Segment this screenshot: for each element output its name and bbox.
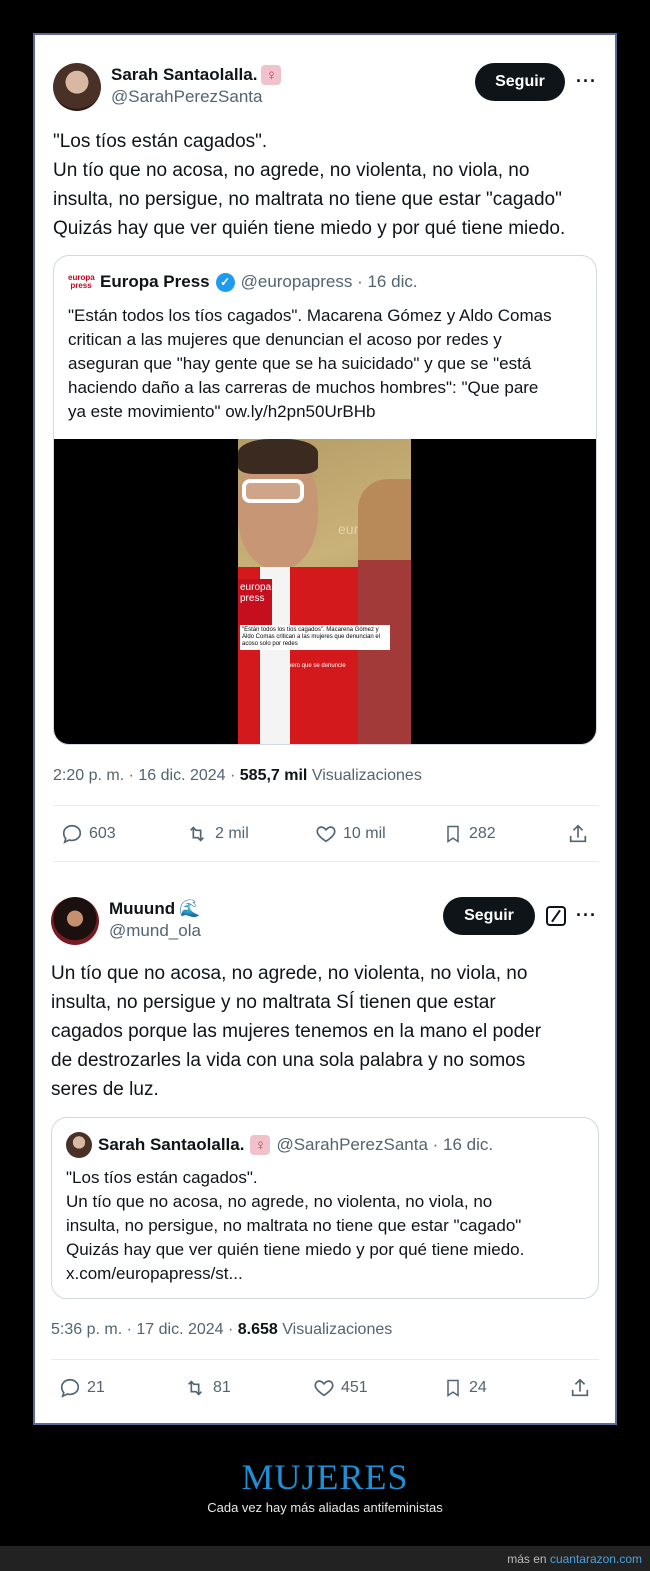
quoted-meta: @europapress · 16 dic. [240, 272, 418, 291]
video-caption: "Están todos los tíos cagados". Macarena… [240, 625, 390, 650]
share-icon [569, 824, 587, 843]
woman-figure [358, 479, 411, 744]
reply-icon [60, 1378, 80, 1398]
tweet-timestamp-views: 5:36 p. m. · 17 dic. 2024 · 8.658 Visual… [51, 1321, 392, 1339]
heart-icon [316, 826, 336, 843]
views-count: 585,7 mil [239, 767, 308, 784]
reply-icon [62, 824, 82, 844]
follow-button[interactable]: Seguir [443, 897, 535, 935]
author-handle[interactable]: @mund_ola [109, 921, 201, 941]
tweet-text: Un tío que no acosa, no agrede, no viole… [51, 963, 542, 1100]
like-count: 451 [341, 1379, 368, 1396]
meme-title: MUJERES [241, 1457, 409, 1497]
quoted-tweet-header: Sarah Santaolalla. ♀ @SarahPerezSanta · … [66, 1132, 493, 1158]
share-icon [571, 1378, 589, 1397]
repost-icon [187, 1380, 203, 1396]
tweet-1: Sarah Santaolalla. ♀ @SarahPerezSanta Se… [35, 35, 615, 885]
follow-button[interactable]: Seguir [475, 63, 565, 101]
more-options-icon[interactable]: ··· [576, 905, 597, 926]
bookmark-count: 282 [469, 825, 496, 842]
footer-prefix: más en [507, 1552, 550, 1566]
avatar[interactable] [51, 897, 99, 945]
divider [51, 1359, 599, 1360]
quoted-avatar [66, 1132, 92, 1158]
repost-button[interactable]: 81 [183, 1377, 231, 1399]
europa-press-logo: europa press [68, 273, 95, 290]
author-block: Sarah Santaolalla. ♀ @SarahPerezSanta [111, 65, 282, 107]
quoted-tweet-text: "Están todos los tíos cagados". Macarena… [68, 306, 552, 421]
like-count: 10 mil [343, 825, 386, 842]
grok-icon[interactable] [546, 906, 566, 926]
quoted-author-name[interactable]: Europa Press [100, 272, 210, 292]
share-button[interactable] [569, 1377, 591, 1399]
microphone-flag: europa press [238, 579, 272, 625]
reply-count: 21 [87, 1379, 105, 1396]
bookmark-icon [447, 825, 459, 843]
quoted-tweet-text: "Los tíos están cagados". Un tío que no … [66, 1168, 525, 1283]
quoted-tweet[interactable]: Sarah Santaolalla. ♀ @SarahPerezSanta · … [51, 1117, 599, 1299]
repost-count: 2 mil [215, 825, 249, 842]
timestamp[interactable]: 2:20 p. m. · 16 dic. 2024 · [53, 767, 240, 784]
repost-icon [189, 826, 205, 842]
video-frame[interactable]: europa europa press "Están todos los tío… [238, 439, 411, 744]
quoted-tweet[interactable]: europa press Europa Press ✓ @europapress… [53, 255, 597, 745]
share-button[interactable] [567, 823, 589, 845]
bookmark-button[interactable]: 282 [443, 823, 496, 845]
repost-count: 81 [213, 1379, 231, 1396]
meme-subtitle: Cada vez hay más aliadas antifeministas [207, 1500, 443, 1515]
author-name-text: Muuund [109, 899, 176, 918]
timestamp[interactable]: 5:36 p. m. · 17 dic. 2024 · [51, 1321, 238, 1338]
repost-button[interactable]: 2 mil [185, 823, 249, 845]
quoted-tweet-header: europa press Europa Press ✓ @europapress… [68, 272, 418, 292]
more-options-icon[interactable]: ··· [576, 71, 597, 92]
female-symbol-icon: ♀ [250, 1135, 271, 1155]
avatar[interactable] [53, 63, 101, 111]
verified-badge-icon: ✓ [215, 272, 235, 292]
divider [53, 805, 599, 806]
divider [53, 861, 599, 862]
author-name-text: Sarah Santaolalla. [111, 65, 258, 84]
site-footer: más en cuantarazon.com [0, 1546, 650, 1571]
tweet-2: Muuund 🌊 @mund_ola Seguir ··· Un tío que… [35, 887, 615, 1425]
tweet-timestamp-views: 2:20 p. m. · 16 dic. 2024 · 585,7 mil Vi… [53, 767, 422, 785]
site-link[interactable]: cuantarazon.com [550, 1552, 642, 1566]
reply-count: 603 [89, 825, 116, 842]
bookmark-button[interactable]: 24 [443, 1377, 487, 1399]
quoted-author-name[interactable]: Sarah Santaolalla. [98, 1135, 244, 1155]
bookmark-count: 24 [469, 1379, 487, 1396]
author-handle[interactable]: @SarahPerezSanta [111, 87, 281, 107]
bookmark-icon [447, 1379, 459, 1397]
author-name[interactable]: Sarah Santaolalla. ♀ [111, 65, 282, 85]
quoted-meta: @SarahPerezSanta · 16 dic. [276, 1135, 494, 1154]
reply-button[interactable]: 603 [61, 823, 116, 845]
female-symbol-icon: ♀ [261, 65, 282, 85]
man-hair [238, 439, 318, 474]
heart-icon [314, 1380, 334, 1397]
views-label: Visualizaciones [277, 1321, 393, 1338]
author-block: Muuund 🌊 @mund_ola [109, 899, 201, 941]
video-subtitle: pero que se denuncie [288, 663, 346, 669]
reply-button[interactable]: 21 [59, 1377, 105, 1399]
like-button[interactable]: 10 mil [315, 823, 386, 845]
white-glasses [242, 479, 304, 503]
like-button[interactable]: 451 [313, 1377, 368, 1399]
wave-emoji-icon: 🌊 [179, 899, 201, 918]
video-player[interactable]: europa europa press "Están todos los tío… [54, 439, 596, 744]
screenshot-frame: Sarah Santaolalla. ♀ @SarahPerezSanta Se… [33, 33, 617, 1425]
tweet-text: "Los tíos están cagados". Un tío que no … [53, 131, 566, 239]
views-count: 8.658 [237, 1321, 278, 1338]
author-name[interactable]: Muuund 🌊 [109, 899, 201, 919]
views-label: Visualizaciones [307, 767, 422, 784]
